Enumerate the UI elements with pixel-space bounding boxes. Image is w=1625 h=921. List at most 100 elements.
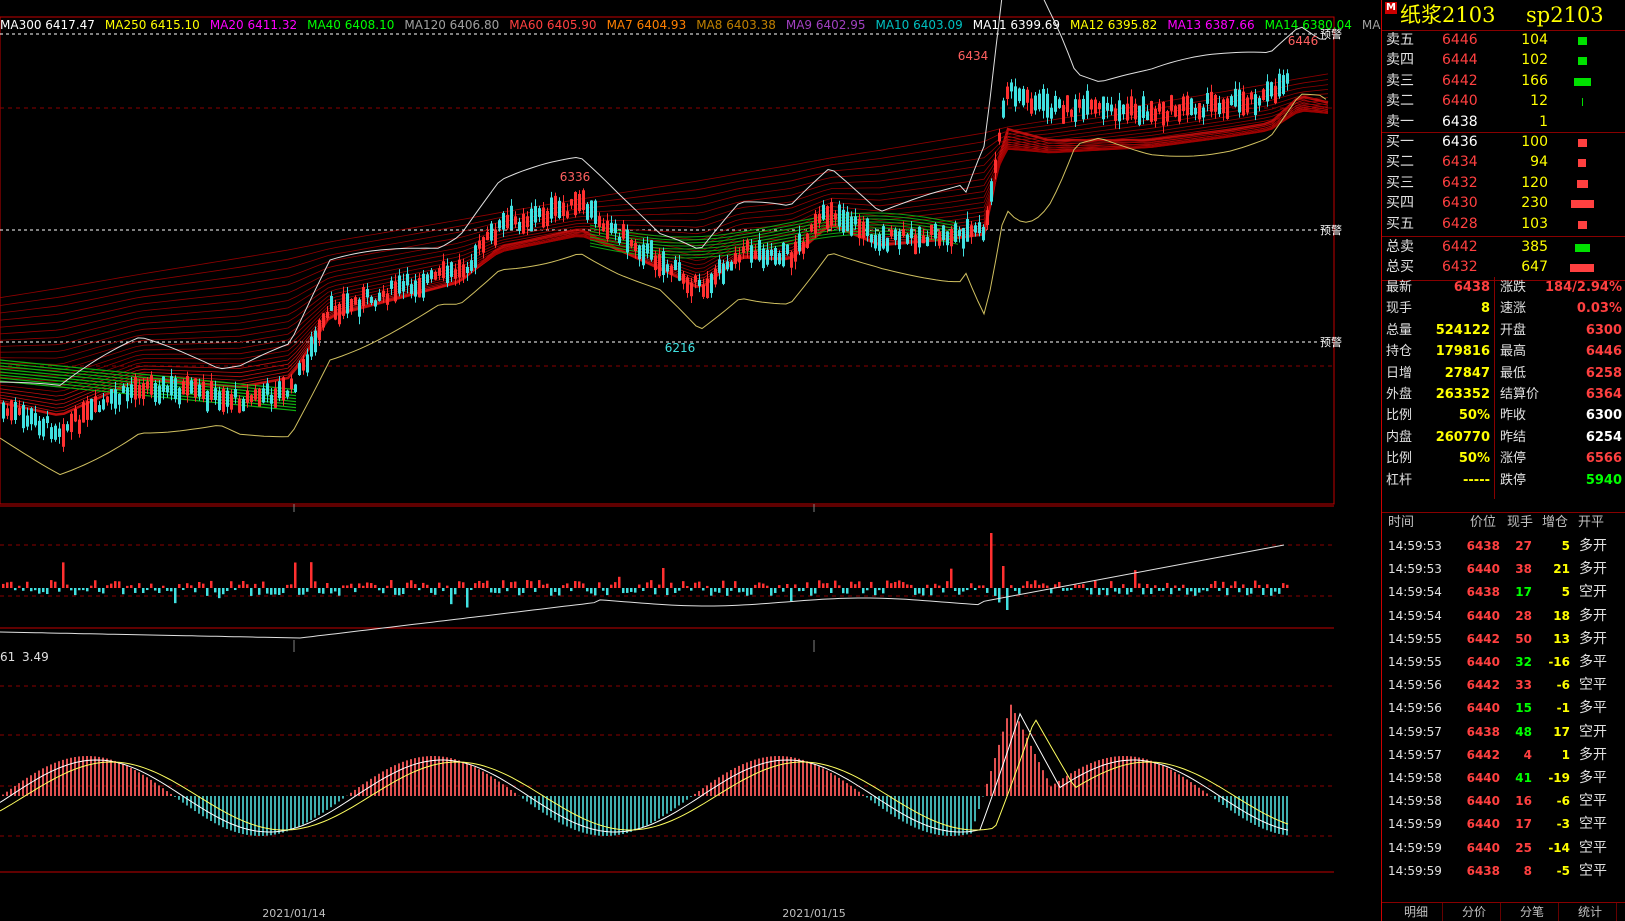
tick-row[interactable]: 14:59:59 6438 8 -5 空平 [1382,859,1625,883]
volume-bar [742,588,745,592]
volume-bar [1206,588,1209,592]
macd-bar [1198,787,1200,796]
volume-bar [530,581,533,588]
candle-body [982,226,985,241]
macd-bar [82,756,84,796]
macd-bar [918,796,920,830]
volume-bar [806,582,809,588]
tick-oi-change: -1 [1556,701,1570,716]
tick-row[interactable]: 14:59:53 6440 38 21 多开 [1382,557,1625,581]
tick-row[interactable]: 14:59:59 6440 25 -14 空平 [1382,836,1625,860]
candle-body [138,384,141,399]
macd-bar [38,770,40,796]
tick-row[interactable]: 14:59:57 6438 48 17 空开 [1382,720,1625,744]
candle-body [214,388,217,400]
candle-body [814,213,817,234]
order-book-row[interactable]: 买五 6428 103 [1382,214,1625,235]
candle-body [786,244,789,254]
price-annotation: 6216 [665,341,696,355]
tick-row[interactable]: 14:59:59 6440 17 -3 空平 [1382,812,1625,836]
macd-bar [230,796,232,831]
macd-bar [778,756,780,796]
menu-marker[interactable]: M [1385,2,1397,14]
volume-bar [754,584,757,588]
candle-body [894,229,897,241]
order-book-row[interactable]: 总卖 6442 385 [1382,237,1625,258]
volume-bar [822,583,825,588]
candle-body [622,224,625,239]
macd-bar [1150,760,1152,796]
candle-body [386,293,389,305]
volume-bar [78,588,81,591]
volume-bar [146,588,149,591]
tick-row[interactable]: 14:59:55 6442 50 13 多开 [1382,627,1625,651]
candle-body [598,216,601,228]
tick-oi-change: 13 [1553,631,1570,646]
order-book-row[interactable]: 总买 6432 647 [1382,257,1625,278]
macd-bar [94,756,96,796]
macd-bar [1054,783,1056,796]
volume-bar [1222,581,1225,588]
volume-bar [438,582,441,588]
macd-bar [1178,774,1180,796]
order-book-row[interactable]: 买二 6434 94 [1382,152,1625,173]
candle-body [2,402,5,419]
chart-area[interactable]: 预警 预警 预警 6336 6216 6434 6446 61 3.49 2021/01/14 20… [0,0,1449,921]
candle-body [730,261,733,271]
volume-bar [1026,581,1029,588]
macd-bar [46,766,48,796]
order-book-row[interactable]: 买一 6436 100 [1382,132,1625,153]
quote-label: 速涨 [1500,301,1527,317]
volume-bar [498,588,501,594]
ob-price: 6442 [1442,72,1478,89]
volume-bar [918,588,921,594]
candle-body [38,420,41,436]
order-book-row[interactable]: 卖一 6438 1 [1382,112,1625,133]
macd-bar [1166,767,1168,796]
order-book-row[interactable]: 卖三 6442 166 [1382,71,1625,92]
volume-bar [370,583,373,588]
bottom-tab[interactable]: 分价 [1448,903,1501,921]
tick-row[interactable]: 14:59:58 6440 16 -6 空平 [1382,789,1625,813]
tick-row[interactable]: 14:59:58 6440 41 -19 多平 [1382,766,1625,790]
order-book-row[interactable]: 卖二 6440 12 [1382,91,1625,112]
candle-body [670,265,673,275]
volume-bar [518,588,521,596]
tick-row[interactable]: 14:59:56 6440 15 -1 多平 [1382,696,1625,720]
volume-bar [122,588,125,595]
tick-row[interactable]: 14:59:54 6440 28 18 多开 [1382,604,1625,628]
volume-bar [1042,583,1045,588]
kline-chart[interactable]: 预警预警预警633662166434644661 3.492021/01/14 20… [0,0,1380,921]
order-book-row[interactable]: 卖五 6446 104 [1382,30,1625,51]
tick-row[interactable]: 14:59:56 6442 33 -6 空平 [1382,673,1625,697]
tick-row[interactable]: 14:59:55 6440 32 -16 多平 [1382,650,1625,674]
bottom-tab[interactable]: 分笔 [1506,903,1559,921]
candle-body [434,271,437,280]
tick-row[interactable]: 14:59:57 6442 4 1 多开 [1382,743,1625,767]
macd-bar [178,796,180,800]
candle-body [118,393,121,405]
bottom-tab[interactable]: 统计 [1564,903,1617,921]
volume-bar [266,588,269,594]
candle-body [590,200,593,218]
tick-row[interactable]: 14:59:53 6438 27 5 多开 [1382,534,1625,558]
candle-body [374,300,377,307]
order-book-row[interactable]: 买四 6430 230 [1382,193,1625,214]
macd-bar [1010,704,1012,796]
candle-body [10,400,13,421]
macd-bar [466,763,468,796]
tick-row[interactable]: 14:59:54 6438 17 5 空开 [1382,580,1625,604]
order-book-row[interactable]: 卖四 6444 102 [1382,50,1625,71]
macd-bar [1162,765,1164,796]
volume-bar [494,588,497,593]
volume-bar [1210,584,1213,588]
tick-oi-change: -3 [1556,817,1570,832]
bottom-tab[interactable]: 明细 [1390,903,1443,921]
order-book-row[interactable]: 买三 6432 120 [1382,173,1625,194]
ob-price: 6428 [1442,215,1478,232]
tick-volume: 27 [1515,539,1532,553]
quote-label: 涨停 [1500,451,1527,467]
candle-body [1086,90,1089,115]
volume-bar [634,588,637,593]
macd-bar [450,758,452,796]
